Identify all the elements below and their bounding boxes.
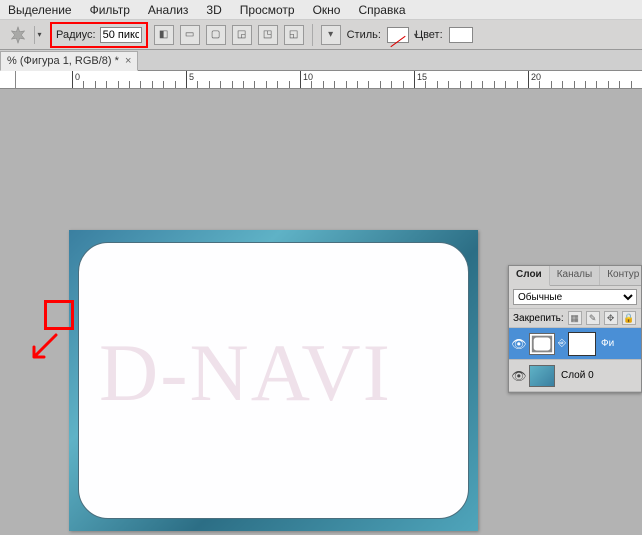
tab-layers[interactable]: Слои xyxy=(509,266,550,286)
ruler-tick: 15 xyxy=(414,71,415,89)
layer-list: 👁 ⎆ Фи 👁 Слой 0 xyxy=(509,328,641,392)
horizontal-ruler: 0 5 10 15 20 xyxy=(0,71,642,89)
shape-tool-icon[interactable] xyxy=(6,25,30,45)
menu-view[interactable]: Просмотр xyxy=(240,3,295,17)
ruler-tick: 10 xyxy=(300,71,301,89)
combine-intersect-button[interactable]: ◱ xyxy=(284,25,304,45)
paths-mode-button[interactable]: ▭ xyxy=(180,25,200,45)
visibility-eye-icon[interactable]: 👁 xyxy=(511,368,527,384)
radius-input[interactable] xyxy=(100,27,142,43)
ruler-origin-corner[interactable] xyxy=(0,71,16,89)
lock-row: Закрепить: ▦ ✎ ✥ 🔒 xyxy=(509,309,641,328)
tab-paths[interactable]: Контур xyxy=(600,266,642,285)
layer-name-bg[interactable]: Слой 0 xyxy=(557,370,639,381)
watermark-text: D-NAVI xyxy=(99,326,392,420)
ruler-tick: 20 xyxy=(528,71,529,89)
radius-label: Радиус: xyxy=(56,29,96,41)
document-tab-title: % (Фигура 1, RGB/8) * xyxy=(7,55,119,67)
fill-pixels-mode-button[interactable]: ▢ xyxy=(206,25,226,45)
document-canvas[interactable]: D-NAVI xyxy=(69,230,478,531)
tab-channels[interactable]: Каналы xyxy=(550,266,601,285)
vector-mask-thumb[interactable] xyxy=(569,333,595,355)
blend-mode-row: Обычные xyxy=(509,286,641,309)
menu-help[interactable]: Справка xyxy=(358,3,405,17)
canvas-area: D-NAVI Слои Каналы Контур Обычные Закреп… xyxy=(0,89,642,535)
lock-transparency-icon[interactable]: ▦ xyxy=(568,311,582,325)
menu-3d[interactable]: 3D xyxy=(206,3,221,17)
document-tab-bar: % (Фигура 1, RGB/8) * × xyxy=(0,50,642,71)
ruler-tick: 5 xyxy=(186,71,187,89)
vector-link-icon[interactable]: ⎆ xyxy=(557,338,567,349)
annotation-arrow-icon xyxy=(30,333,58,361)
radius-field-group: Радиус: xyxy=(50,22,148,48)
tool-preset-dropdown[interactable]: ▾ xyxy=(34,26,44,44)
lock-label: Закрепить: xyxy=(513,313,564,324)
style-swatch[interactable]: ▾ xyxy=(387,27,409,43)
layer-name-shape[interactable]: Фи xyxy=(597,338,639,349)
layers-panel: Слои Каналы Контур Обычные Закрепить: ▦ … xyxy=(508,265,642,393)
layer-thumb-bg[interactable] xyxy=(529,365,555,387)
blend-mode-select[interactable]: Обычные xyxy=(513,289,637,305)
color-swatch[interactable] xyxy=(449,27,473,43)
menu-window[interactable]: Окно xyxy=(313,3,341,17)
combine-subtract-button[interactable]: ◳ xyxy=(258,25,278,45)
ruler-tick: 0 xyxy=(72,71,73,89)
annotation-corner-highlight xyxy=(44,300,74,330)
layer-row-shape[interactable]: 👁 ⎆ Фи xyxy=(509,328,641,360)
lock-position-icon[interactable]: ✥ xyxy=(604,311,618,325)
visibility-eye-icon[interactable]: 👁 xyxy=(511,336,527,352)
layer-thumb-shape[interactable] xyxy=(529,333,555,355)
panel-tab-strip: Слои Каналы Контур xyxy=(509,266,641,286)
layer-row-bg[interactable]: 👁 Слой 0 xyxy=(509,360,641,392)
geometry-options-button[interactable]: ▾ xyxy=(321,25,341,45)
options-bar: ▾ Радиус: ◧ ▭ ▢ ◲ ◳ ◱ ▾ Стиль: ▾ Цвет: xyxy=(0,20,642,50)
close-icon[interactable]: × xyxy=(125,55,131,67)
style-label: Стиль: xyxy=(347,29,381,41)
document-tab[interactable]: % (Фигура 1, RGB/8) * × xyxy=(0,51,138,71)
main-menu-bar: Выделение Фильтр Анализ 3D Просмотр Окно… xyxy=(0,0,642,20)
shape-layers-mode-button[interactable]: ◧ xyxy=(154,25,174,45)
menu-filter[interactable]: Фильтр xyxy=(90,3,130,17)
options-divider xyxy=(312,24,313,46)
lock-all-icon[interactable]: 🔒 xyxy=(622,311,636,325)
menu-selection[interactable]: Выделение xyxy=(8,3,72,17)
menu-analysis[interactable]: Анализ xyxy=(148,3,189,17)
color-label: Цвет: xyxy=(415,29,443,41)
combine-add-button[interactable]: ◲ xyxy=(232,25,252,45)
lock-pixels-icon[interactable]: ✎ xyxy=(586,311,600,325)
